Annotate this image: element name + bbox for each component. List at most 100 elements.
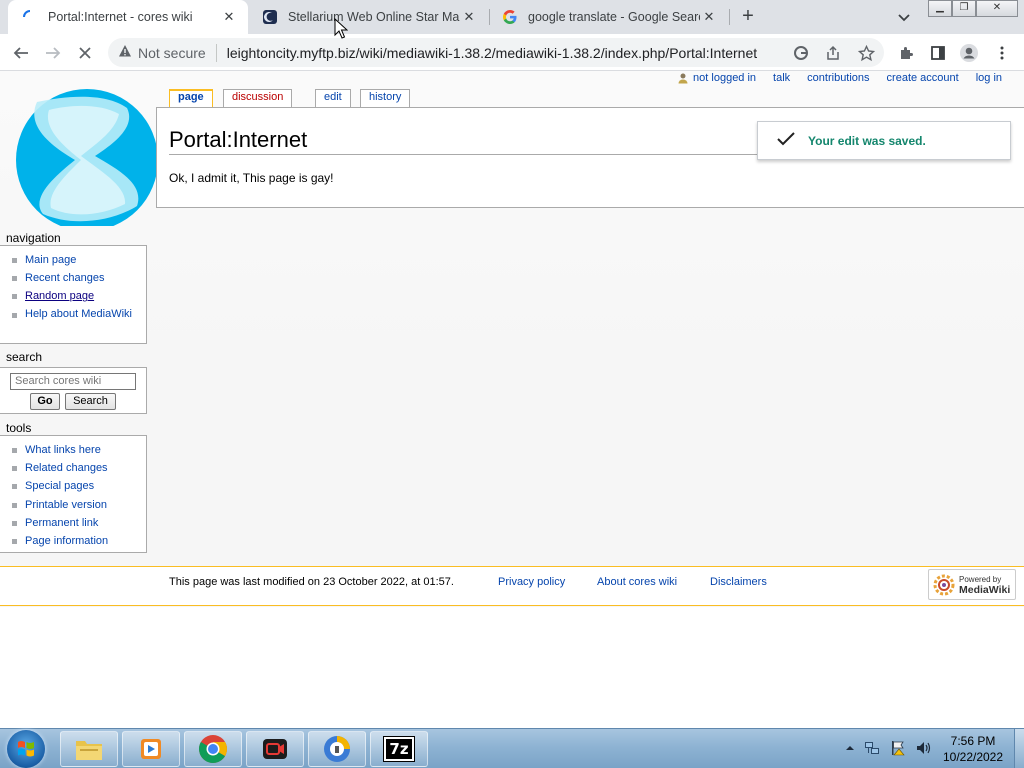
show-hidden-icons-arrow-icon[interactable] [845,742,855,756]
bookmark-star-icon[interactable] [855,42,877,64]
stellarium-icon [262,9,278,25]
disclaimers-link[interactable]: Disclaimers [710,576,767,588]
tool-permanent-link[interactable]: Permanent link [12,514,146,532]
show-desktop-button[interactable] [1014,729,1024,768]
go-button[interactable]: Go [30,393,60,410]
screen-recorder-icon[interactable] [246,731,304,767]
share-icon[interactable] [822,42,844,64]
powered-by-label: Powered by [959,574,1002,584]
search-portlet: Search cores wiki Go Search [0,367,147,414]
tab-discussion[interactable]: discussion [223,89,293,107]
talk-link[interactable]: talk [773,72,790,84]
tab-stellarium[interactable]: Stellarium Web Online Star Map ✕ [248,0,488,34]
back-arrow-icon[interactable] [10,42,32,64]
nav-help-about-mediawiki[interactable]: Help about MediaWiki [12,306,146,323]
page-body: Ok, I admit it, This page is gay! [169,171,334,185]
forward-arrow-icon[interactable] [42,42,64,64]
tool-page-information[interactable]: Page information [12,532,146,550]
tab-page[interactable]: page [169,89,213,108]
tab-history[interactable]: history [360,89,411,107]
personal-tools: not logged in talk contributions create … [677,72,1002,84]
wiki-viewport: not logged in talk contributions create … [0,71,1024,728]
extensions-puzzle-icon[interactable] [895,42,917,64]
tool-printable-version[interactable]: Printable version [12,496,146,514]
not-logged-in-link[interactable]: not logged in [693,72,756,84]
close-tab-icon[interactable]: ✕ [220,8,238,26]
tab-title: Portal:Internet - cores wiki [48,10,193,24]
wiki-logo[interactable] [15,88,160,231]
minimize-window-icon[interactable]: ▁ [928,0,952,17]
edit-saved-notification[interactable]: Your edit was saved. [757,121,1011,160]
url-text[interactable]: leightoncity.myftp.biz/wiki/mediawiki-1.… [227,45,757,61]
clock-date: 10/22/2022 [942,750,1004,764]
google-icon [502,9,518,25]
tab-title: Stellarium Web Online Star Map [288,10,460,24]
log-in-link[interactable]: log in [976,72,1002,84]
tab-search-chevron-icon[interactable] [894,7,914,27]
tool-related-changes[interactable]: Related changes [12,459,146,477]
close-tab-icon[interactable]: ✕ [700,8,718,26]
last-modified-text: This page was last modified on 23 Octobe… [169,576,454,588]
chrome-icon[interactable] [184,731,242,767]
page-title: Portal:Internet [169,127,308,152]
page-footer: This page was last modified on 23 Octobe… [0,566,1024,606]
security-label[interactable]: Not secure [138,45,206,61]
nav-main-page[interactable]: Main page [12,251,146,269]
network-icon[interactable] [863,739,881,760]
page-bottom-area [0,607,1024,728]
create-account-link[interactable]: create account [887,72,959,84]
7zip-icon[interactable]: 7z [370,731,428,767]
vpn-icon[interactable] [308,731,366,767]
tab-title: google translate - Google Search [528,10,700,24]
search-input[interactable]: Search cores wiki [10,373,136,390]
not-logged-in[interactable]: not logged in [677,72,756,84]
restore-window-icon[interactable]: ❐ [952,0,976,17]
action-center-flag-icon[interactable] [889,739,907,760]
volume-speaker-icon[interactable] [915,739,933,760]
mediawiki-flower-icon [933,574,955,595]
start-button-windows-icon[interactable] [7,730,45,768]
title-divider [169,154,769,155]
address-bar[interactable]: Not secure leightoncity.myftp.biz/wiki/m… [108,38,884,67]
profile-avatar-icon[interactable] [958,42,980,64]
kebab-menu-icon[interactable] [991,42,1013,64]
browser-toolbar: Not secure leightoncity.myftp.biz/wiki/m… [0,34,1024,71]
checkmark-icon [776,131,796,150]
clock-time: 7:56 PM [950,734,996,748]
contributions-link[interactable]: contributions [807,72,869,84]
media-player-icon[interactable] [122,731,180,767]
close-window-icon[interactable]: ✕ [976,0,1018,17]
tool-what-links-here[interactable]: What links here [12,441,146,459]
user-icon [678,73,688,84]
windows-taskbar: 7z 7:56 PM 10/22/2022 [0,728,1024,768]
browser-tabstrip: Portal:Internet - cores wiki ✕ Stellariu… [0,0,1024,34]
google-lens-icon[interactable] [790,42,812,64]
search-button[interactable]: Search [65,393,116,410]
search-heading: search [6,350,43,364]
divider [215,43,217,62]
stop-loading-icon[interactable] [74,42,96,64]
about-link[interactable]: About cores wiki [597,576,677,588]
tab-separator [729,9,730,25]
nav-recent-changes[interactable]: Recent changes [12,269,146,287]
tab-portal-internet[interactable]: Portal:Internet - cores wiki ✕ [8,0,248,34]
nav-random-page[interactable]: Random page [12,287,146,305]
new-tab-icon[interactable]: + [736,5,760,29]
system-tray [845,729,933,768]
privacy-policy-link[interactable]: Privacy policy [498,576,565,588]
tool-special-pages[interactable]: Special pages [12,477,146,495]
7zip-label: 7z [383,736,415,762]
tab-google-translate[interactable]: google translate - Google Search ✕ [488,0,728,34]
file-explorer-icon[interactable] [60,731,118,767]
warning-triangle-icon[interactable] [118,44,132,61]
tools-portlet: What links here Related changes Special … [0,435,147,553]
navigation-portlet: Main page Recent changes Random page Hel… [0,245,147,344]
close-tab-icon[interactable]: ✕ [460,8,478,26]
side-panel-icon[interactable] [927,42,949,64]
tools-heading: tools [6,421,32,435]
powered-by-mediawiki-badge[interactable]: Powered by MediaWiki [928,569,1016,600]
tab-edit[interactable]: edit [315,89,351,107]
mouse-cursor-icon [334,17,349,40]
system-clock[interactable]: 7:56 PM 10/22/2022 [933,733,1013,765]
navigation-heading: navigation [6,231,61,245]
